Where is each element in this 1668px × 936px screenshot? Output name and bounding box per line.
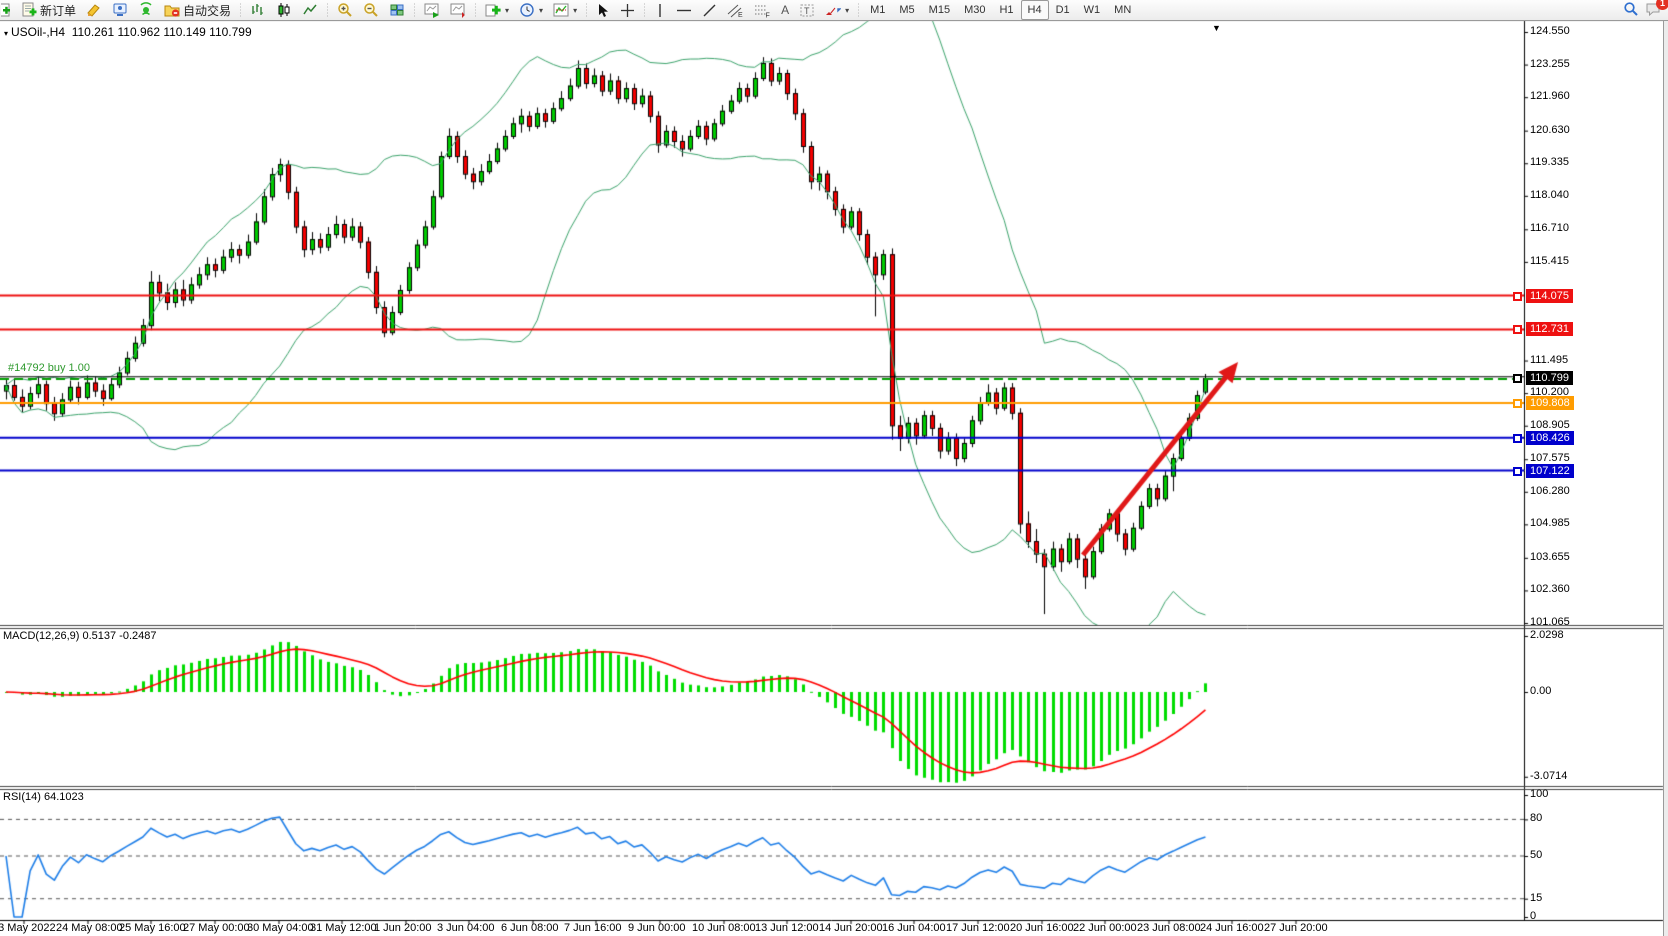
crosshair-tool[interactable] — [615, 0, 640, 20]
add-object-icon — [485, 2, 501, 18]
indicators-icon — [553, 2, 569, 18]
timeframe-button-H1[interactable]: H1 — [992, 0, 1020, 20]
new-order-label: 新订单 — [40, 2, 76, 19]
candlestick-chart-icon[interactable] — [271, 0, 297, 20]
timeframe-button-D1[interactable]: D1 — [1049, 0, 1077, 20]
zoom-out-icon[interactable] — [358, 0, 384, 20]
svg-text:T: T — [804, 6, 810, 16]
window-right-strip — [1663, 21, 1668, 936]
new-order-icon — [21, 2, 37, 18]
timeframe-button-M1[interactable]: M1 — [863, 0, 892, 20]
trendline-tool[interactable] — [697, 0, 722, 20]
top-toolbar: 新订单 自动交易 — [0, 0, 1668, 21]
fibonacci-tool[interactable]: F — [749, 0, 776, 20]
timeframe-button-M30[interactable]: M30 — [957, 0, 992, 20]
new-chart-icon[interactable] — [0, 0, 16, 20]
notification-badge: 1 — [1656, 0, 1668, 10]
notifications-icon[interactable]: 1 — [1645, 1, 1662, 20]
timeframe-button-M5[interactable]: M5 — [892, 0, 921, 20]
timeframe-button-MN[interactable]: MN — [1107, 0, 1138, 20]
metaeditor-icon[interactable] — [81, 0, 107, 20]
clock-icon — [519, 2, 535, 18]
horizontal-line-tool[interactable] — [671, 0, 697, 20]
dropdown-caret: ▾ — [573, 6, 577, 15]
line-chart-icon[interactable] — [297, 0, 323, 20]
auto-scroll-icon[interactable] — [419, 0, 445, 20]
market-icon[interactable] — [107, 0, 133, 20]
dropdown-caret: ▾ — [505, 6, 509, 15]
algo-trading-label: 自动交易 — [183, 2, 231, 19]
timeframe-button-M15[interactable]: M15 — [922, 0, 957, 20]
periods-clock-button[interactable]: ▾ — [514, 0, 548, 20]
new-order-button[interactable]: 新订单 — [16, 0, 81, 20]
tile-windows-icon[interactable] — [384, 0, 410, 20]
add-object-button[interactable]: ▾ — [480, 0, 514, 20]
text-label-tool[interactable]: T — [794, 0, 820, 20]
cursor-tool[interactable] — [591, 0, 615, 20]
chart-shift-icon[interactable] — [445, 0, 471, 20]
timeframe-button-W1[interactable]: W1 — [1077, 0, 1108, 20]
algo-trading-icon — [164, 2, 180, 18]
signals-icon[interactable] — [133, 0, 159, 20]
vertical-line-tool[interactable] — [649, 0, 671, 20]
chart-canvas[interactable] — [0, 0, 1668, 936]
timeframe-toolbar: M1M5M15M30H1H4D1W1MN — [863, 0, 1138, 20]
timeframe-button-H4[interactable]: H4 — [1021, 0, 1049, 20]
algo-trading-button[interactable]: 自动交易 — [159, 0, 236, 20]
equidistant-channel-tool[interactable]: E — [722, 0, 749, 20]
zoom-in-icon[interactable] — [332, 0, 358, 20]
text-tool[interactable]: A — [776, 0, 794, 20]
indicators-button[interactable]: ▾ — [548, 0, 582, 20]
bar-chart-icon[interactable] — [245, 0, 271, 20]
svg-text:F: F — [766, 12, 770, 18]
dropdown-caret: ▾ — [539, 6, 543, 15]
search-icon[interactable] — [1623, 1, 1639, 20]
svg-text:E: E — [738, 12, 743, 18]
dropdown-caret: ▾ — [845, 6, 849, 15]
arrows-tool[interactable]: ▾ — [820, 0, 854, 20]
